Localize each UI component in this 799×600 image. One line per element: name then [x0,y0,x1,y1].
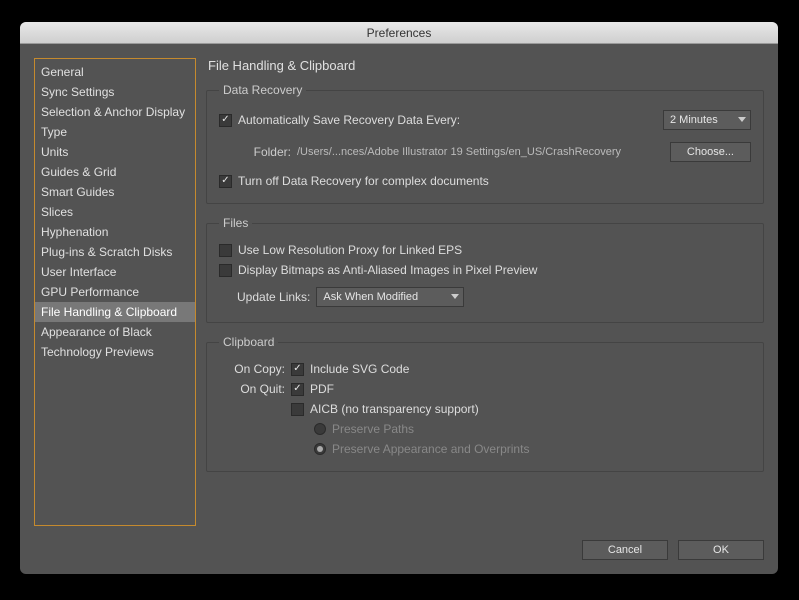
window-title: Preferences [367,26,432,40]
label-auto-save: Automatically Save Recovery Data Every: [238,113,460,127]
main-panel: File Handling & Clipboard Data Recovery … [206,58,764,526]
label-aicb: AICB (no transparency support) [310,402,479,416]
label-anti-aliased-bitmaps: Display Bitmaps as Anti-Aliased Images i… [238,263,537,277]
label-preserve-appearance: Preserve Appearance and Overprints [332,442,529,456]
radio-preserve-paths[interactable] [314,423,326,435]
choose-folder-button[interactable]: Choose... [670,142,751,162]
label-preserve-paths: Preserve Paths [332,422,414,436]
sidebar-item-selection-anchor-display[interactable]: Selection & Anchor Display [35,102,195,122]
checkbox-turn-off-complex[interactable] [219,175,232,188]
label-on-quit: On Quit: [219,382,285,396]
chevron-down-icon [738,117,746,122]
label-update-links: Update Links: [237,290,310,304]
preferences-window: Preferences GeneralSync SettingsSelectio… [20,22,778,574]
sidebar-item-plug-ins-scratch-disks[interactable]: Plug-ins & Scratch Disks [35,242,195,262]
sidebar-item-units[interactable]: Units [35,142,195,162]
legend-data-recovery: Data Recovery [219,83,306,97]
group-files: Files Use Low Resolution Proxy for Linke… [206,216,764,323]
legend-clipboard: Clipboard [219,335,278,349]
sidebar-item-general[interactable]: General [35,62,195,82]
titlebar: Preferences [20,22,778,44]
sidebar-item-gpu-performance[interactable]: GPU Performance [35,282,195,302]
label-turn-off-complex: Turn off Data Recovery for complex docum… [238,174,489,188]
folder-path: /Users/...nces/Adobe Illustrator 19 Sett… [297,146,664,158]
checkbox-auto-save[interactable] [219,114,232,127]
label-low-res-proxy: Use Low Resolution Proxy for Linked EPS [238,243,462,257]
sidebar-item-appearance-of-black[interactable]: Appearance of Black [35,322,195,342]
select-recovery-interval[interactable]: 2 Minutes [663,110,751,130]
sidebar: GeneralSync SettingsSelection & Anchor D… [34,58,196,526]
ok-button[interactable]: OK [678,540,764,560]
checkbox-pdf[interactable] [291,383,304,396]
label-folder: Folder: [237,145,291,159]
sidebar-item-slices[interactable]: Slices [35,202,195,222]
checkbox-include-svg[interactable] [291,363,304,376]
cancel-button[interactable]: Cancel [582,540,668,560]
sidebar-item-type[interactable]: Type [35,122,195,142]
content: GeneralSync SettingsSelection & Anchor D… [20,44,778,540]
label-include-svg: Include SVG Code [310,362,409,376]
select-update-links-value: Ask When Modified [323,291,418,303]
sidebar-item-file-handling-clipboard[interactable]: File Handling & Clipboard [35,302,195,322]
sidebar-item-technology-previews[interactable]: Technology Previews [35,342,195,362]
radio-preserve-appearance[interactable] [314,443,326,455]
label-pdf: PDF [310,382,334,396]
sidebar-item-user-interface[interactable]: User Interface [35,262,195,282]
select-recovery-interval-value: 2 Minutes [670,114,718,126]
group-clipboard: Clipboard On Copy: Include SVG Code On Q… [206,335,764,472]
checkbox-aicb[interactable] [291,403,304,416]
legend-files: Files [219,216,252,230]
sidebar-item-smart-guides[interactable]: Smart Guides [35,182,195,202]
sidebar-item-sync-settings[interactable]: Sync Settings [35,82,195,102]
label-on-copy: On Copy: [219,362,285,376]
chevron-down-icon [451,294,459,299]
select-update-links[interactable]: Ask When Modified [316,287,464,307]
checkbox-low-res-proxy[interactable] [219,244,232,257]
sidebar-item-hyphenation[interactable]: Hyphenation [35,222,195,242]
sidebar-item-guides-grid[interactable]: Guides & Grid [35,162,195,182]
group-data-recovery: Data Recovery Automatically Save Recover… [206,83,764,204]
page-title: File Handling & Clipboard [206,58,764,73]
checkbox-anti-aliased-bitmaps[interactable] [219,264,232,277]
footer: Cancel OK [20,540,778,574]
